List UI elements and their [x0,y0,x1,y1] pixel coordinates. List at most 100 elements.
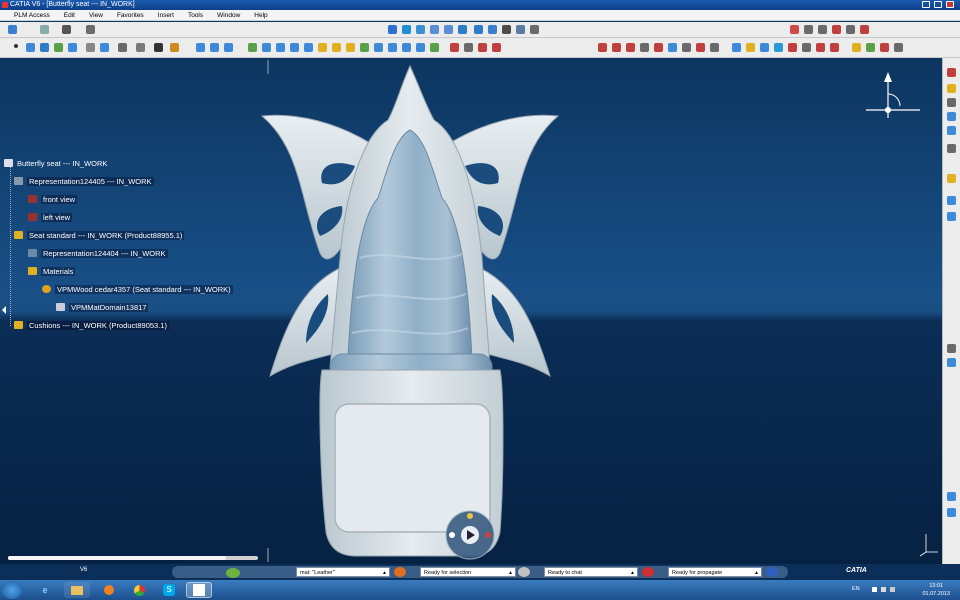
tool-icon-r12[interactable] [947,492,956,501]
tool-icon-ab[interactable] [612,43,621,52]
menu-insert[interactable]: Insert [158,10,174,20]
tray-volume-icon[interactable] [890,587,895,592]
material-icon[interactable] [170,43,179,52]
globe-icon[interactable] [766,567,778,577]
tree-node-root[interactable]: Butterfly seat --- IN_WORK [4,158,107,169]
dropdown-arrow-icon[interactable]: ▲ [630,568,635,578]
tool-icon-k[interactable] [276,43,285,52]
table-icon[interactable] [136,43,145,52]
propagate-icon[interactable] [642,567,654,577]
start-button[interactable] [2,581,22,599]
tool-icon-r8[interactable] [947,196,956,205]
tool-icon-ar[interactable] [852,43,861,52]
tool-icon-ae[interactable] [654,43,663,52]
tree-node-seat-standard[interactable]: Seat standard --- IN_WORK (Product88955.… [14,230,185,241]
assembly-icon[interactable] [86,43,95,52]
tool-icon-v[interactable] [430,43,439,52]
tool-icon-ad[interactable] [640,43,649,52]
hide-show-icon[interactable] [516,25,525,34]
tool-icon-r4[interactable] [947,112,956,121]
tool-icon-al[interactable] [760,43,769,52]
maximize-button[interactable] [934,1,942,8]
tray-network-icon[interactable] [881,587,886,592]
measure-icon[interactable] [154,43,163,52]
tree-node-left-view[interactable]: left view [28,212,73,223]
tool-icon-r3[interactable] [947,98,956,107]
taskbar-media-icon[interactable] [96,582,122,598]
print-icon[interactable] [62,25,71,34]
collapse-tree-icon[interactable] [2,306,6,314]
tool-icon-a[interactable] [790,25,799,34]
product-icon[interactable] [100,43,109,52]
status-field-propagate[interactable]: Ready for propagate ▲ [668,567,762,577]
curve-icon[interactable] [40,43,49,52]
tool-icon-j[interactable] [262,43,271,52]
menu-edit[interactable]: Edit [64,10,75,20]
dropdown-arrow-icon[interactable]: ▲ [508,568,513,578]
tool-icon-r6[interactable] [947,144,956,153]
gear-icon[interactable] [118,43,127,52]
tool-icon-ac[interactable] [626,43,635,52]
tool-icon-m[interactable] [304,43,313,52]
menu-favorites[interactable]: Favorites [117,10,144,20]
tool-icon-z[interactable] [492,43,501,52]
dropdown-arrow-icon[interactable]: ▲ [382,568,387,578]
tool-icon-p[interactable] [346,43,355,52]
iso-view-icon[interactable] [488,25,497,34]
user-icon[interactable] [394,567,406,577]
menu-window[interactable]: Window [217,10,240,20]
tool-icon-i[interactable] [248,43,257,52]
taskbar-explorer-icon[interactable] [64,582,90,598]
tool-icon-r1[interactable] [947,68,956,77]
power-input-field[interactable]: mat: "Leather" ▲ [296,567,390,577]
tree-node-domain[interactable]: VPMMatDomain13817 [56,302,149,313]
rotate-icon[interactable] [416,25,425,34]
chat-icon[interactable] [518,567,530,577]
horizontal-scrollbar[interactable] [8,556,258,560]
tray-flag-icon[interactable] [872,587,877,592]
menu-view[interactable]: View [89,10,103,20]
tool-icon-t[interactable] [402,43,411,52]
menu-plm-access[interactable]: PLM Access [14,10,50,20]
tool-icon-r5[interactable] [947,126,956,135]
zoom-in-icon[interactable] [430,25,439,34]
tree-node-front-view[interactable]: front view [28,194,78,205]
shape-icon[interactable] [68,43,77,52]
select-icon[interactable] [14,44,18,48]
tool-icon-aj[interactable] [732,43,741,52]
taskbar-skype-icon[interactable]: S [156,582,182,598]
menu-tools[interactable]: Tools [188,10,203,20]
tool-icon-n[interactable] [318,43,327,52]
tree-node-materials[interactable]: Materials [28,266,76,277]
system-clock[interactable]: 13:01 01.07.2013 [922,582,950,598]
tool-icon-o[interactable] [332,43,341,52]
tool-icon-q[interactable] [360,43,369,52]
tool-icon-ai[interactable] [710,43,719,52]
tool-icon-au[interactable] [894,43,903,52]
tool-icon-s[interactable] [388,43,397,52]
swap-icon[interactable] [530,25,539,34]
tool-icon-r10[interactable] [947,344,956,353]
tool-icon-l[interactable] [290,43,299,52]
tool-icon-x[interactable] [464,43,473,52]
surface-icon[interactable] [54,43,63,52]
tree-node-cushions[interactable]: Cushions --- IN_WORK (Product89053.1) [14,320,169,331]
tool-icon-r11[interactable] [947,358,956,367]
minimize-button[interactable] [922,1,930,8]
tree-node-representation1[interactable]: Representation124405 --- IN_WORK [14,176,154,187]
pan-icon[interactable] [402,25,411,34]
taskbar-catia-icon[interactable] [186,582,212,598]
menu-help[interactable]: Help [254,10,267,20]
normal-view-icon[interactable] [458,25,467,34]
cube-icon[interactable] [196,43,205,52]
tool-icon-u[interactable] [416,43,425,52]
tool-icon-r7[interactable] [947,174,956,183]
tool-icon-d[interactable] [832,25,841,34]
tool-icon-am[interactable] [774,43,783,52]
tool-icon-r13[interactable] [947,508,956,517]
tool-icon-ak[interactable] [746,43,755,52]
tool-icon-at[interactable] [880,43,889,52]
fit-all-icon[interactable] [388,25,397,34]
taskbar-chrome-icon[interactable] [126,582,152,598]
tool-icon-f[interactable] [860,25,869,34]
